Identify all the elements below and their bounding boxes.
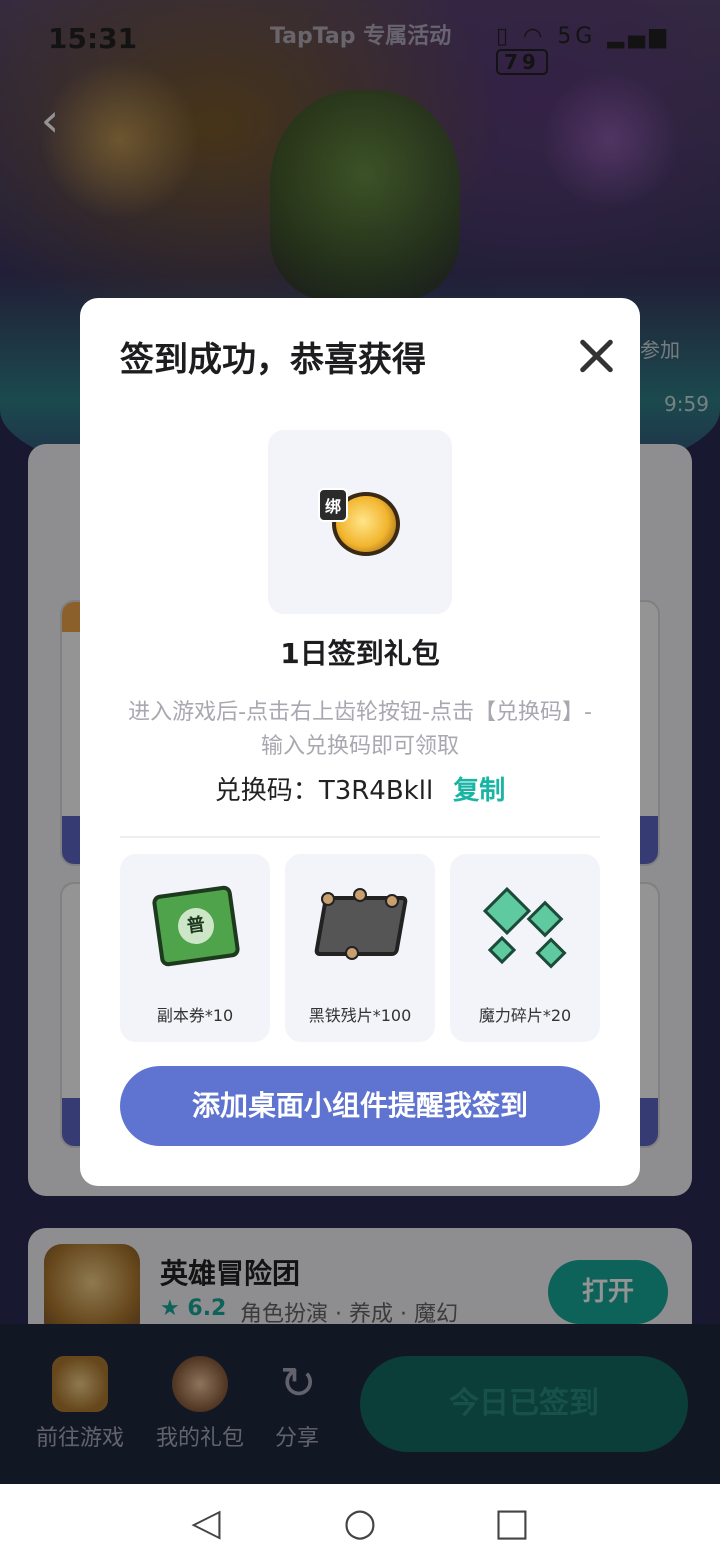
ticket-badge: 普 xyxy=(175,905,217,947)
system-nav-bar: ◁ ○ □ xyxy=(0,1484,720,1560)
nav-back-icon[interactable]: ◁ xyxy=(182,1498,230,1546)
code-label: 兑换码： xyxy=(214,776,319,806)
copy-button[interactable]: 复制 xyxy=(453,776,505,806)
reward-item: 黑铁残片*100 xyxy=(285,854,435,1042)
iron-spike xyxy=(385,894,399,908)
reward-item: 普 副本券*10 xyxy=(120,854,270,1042)
add-widget-button[interactable]: 添加桌面小组件提醒我签到 xyxy=(120,1066,600,1146)
checkin-success-dialog: 签到成功，恭喜获得 绑 1日签到礼包 进入游戏后-点击右上齿轮按钮-点击【兑换码… xyxy=(80,298,640,1186)
nav-recents-icon[interactable]: □ xyxy=(488,1498,536,1546)
reward-item-label: 黑铁残片*100 xyxy=(308,1006,412,1025)
reward-item: 魔力碎片*20 xyxy=(450,854,600,1042)
close-icon[interactable] xyxy=(570,330,622,382)
reward-item-label: 副本券*10 xyxy=(156,1006,234,1025)
iron-spike xyxy=(345,946,359,960)
crystal-shard xyxy=(487,935,517,965)
ticket-icon: 普 xyxy=(151,884,241,968)
bind-badge: 绑 xyxy=(318,488,349,522)
pack-icon-box: 绑 xyxy=(268,430,452,614)
divider xyxy=(120,836,600,838)
reward-item-label: 魔力碎片*20 xyxy=(478,1006,572,1025)
iron-spike xyxy=(321,892,335,906)
redeem-instructions: 进入游戏后-点击右上齿轮按钮-点击【兑换码】-输入兑换码即可领取 xyxy=(128,700,592,759)
pack-name: 1日签到礼包 xyxy=(280,637,440,670)
dialog-title: 签到成功，恭喜获得 xyxy=(120,340,426,380)
crystal-shard xyxy=(535,937,567,969)
redeem-code-row: 兑换码：T3R4Bkll 复制 xyxy=(80,770,640,807)
iron-spike xyxy=(353,888,367,902)
nav-home-icon[interactable]: ○ xyxy=(336,1498,384,1546)
crystal-shard xyxy=(526,900,564,938)
crystal-shards-icon xyxy=(482,886,532,936)
code-value: T3R4Bkll xyxy=(318,776,434,806)
